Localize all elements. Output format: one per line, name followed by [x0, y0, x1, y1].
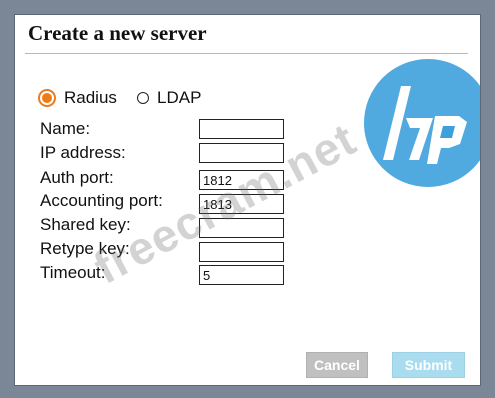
- ip-address-field[interactable]: [199, 143, 284, 163]
- auth-port-label: Auth port:: [40, 168, 114, 187]
- accounting-port-label: Accounting port:: [40, 191, 163, 210]
- create-server-dialog: Create a new server Radius LDAP Name: IP…: [14, 14, 481, 386]
- cancel-button[interactable]: Cancel: [306, 352, 368, 378]
- name-label: Name:: [40, 119, 91, 138]
- timeout-field[interactable]: [199, 265, 284, 285]
- timeout-label: Timeout:: [40, 263, 106, 282]
- ldap-radio[interactable]: LDAP: [137, 88, 201, 108]
- accounting-port-field[interactable]: [199, 194, 284, 214]
- ip-address-label: IP address:: [40, 143, 126, 162]
- shared-key-label: Shared key:: [40, 215, 131, 234]
- radius-radio-label: Radius: [64, 88, 117, 107]
- hp-logo-watermark: [364, 59, 480, 187]
- retype-key-label: Retype key:: [40, 239, 130, 258]
- title-divider: [25, 53, 468, 54]
- radio-unselected-icon: [137, 92, 149, 104]
- auth-port-field[interactable]: [199, 170, 284, 190]
- submit-button[interactable]: Submit: [392, 352, 465, 378]
- name-field[interactable]: [199, 119, 284, 139]
- retype-key-field[interactable]: [199, 242, 284, 262]
- radio-selected-icon: [38, 89, 56, 107]
- shared-key-field[interactable]: [199, 218, 284, 238]
- dialog-title: Create a new server: [28, 21, 207, 45]
- ldap-radio-label: LDAP: [157, 88, 202, 107]
- radius-radio[interactable]: Radius: [38, 88, 117, 108]
